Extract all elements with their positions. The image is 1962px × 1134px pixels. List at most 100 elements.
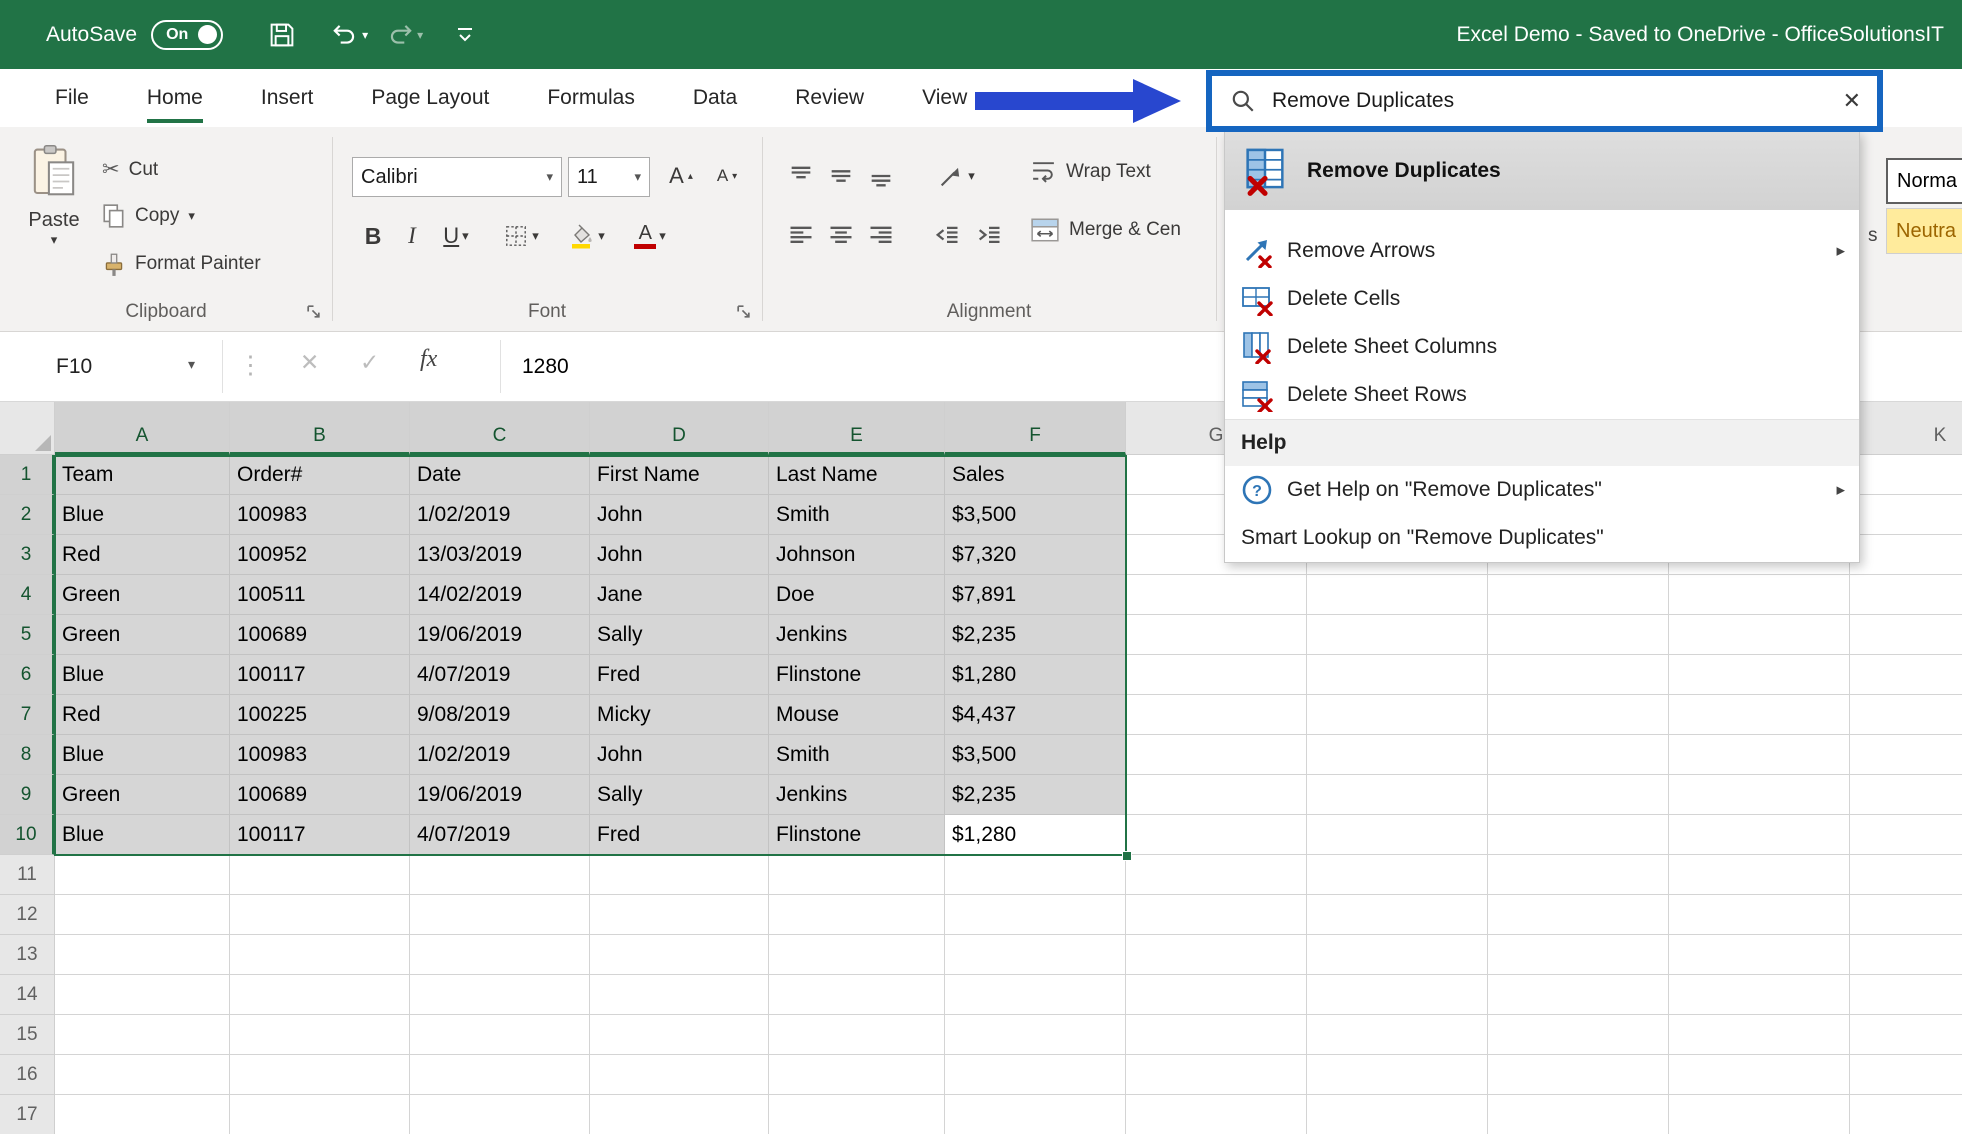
fill-handle[interactable] <box>1122 851 1132 861</box>
row-header-5[interactable]: 5 <box>0 615 55 655</box>
cell-G16[interactable] <box>1126 1055 1307 1095</box>
cell-I15[interactable] <box>1488 1015 1669 1055</box>
cell-A10[interactable]: Blue <box>55 815 230 855</box>
cell-K14[interactable] <box>1850 975 1962 1015</box>
cell-E16[interactable] <box>769 1055 945 1095</box>
cell-C11[interactable] <box>410 855 590 895</box>
cell-D11[interactable] <box>590 855 769 895</box>
cell-J14[interactable] <box>1669 975 1850 1015</box>
cell-H11[interactable] <box>1307 855 1488 895</box>
row-header-6[interactable]: 6 <box>0 655 55 695</box>
cell-K10[interactable] <box>1850 815 1962 855</box>
cell-E17[interactable] <box>769 1095 945 1134</box>
cell-I6[interactable] <box>1488 655 1669 695</box>
cell-E13[interactable] <box>769 935 945 975</box>
tab-review[interactable]: Review <box>766 69 893 127</box>
column-header-B[interactable]: B <box>230 402 410 455</box>
cell-K3[interactable] <box>1850 535 1962 575</box>
cell-D6[interactable]: Fred <box>590 655 769 695</box>
cell-D12[interactable] <box>590 895 769 935</box>
cell-I12[interactable] <box>1488 895 1669 935</box>
increase-font-size-button[interactable]: A ▴ <box>660 155 702 197</box>
cell-J13[interactable] <box>1669 935 1850 975</box>
cell-A16[interactable] <box>55 1055 230 1095</box>
italic-button[interactable]: I <box>394 215 430 257</box>
cell-E5[interactable]: Jenkins <box>769 615 945 655</box>
cell-C6[interactable]: 4/07/2019 <box>410 655 590 695</box>
cell-D7[interactable]: Micky <box>590 695 769 735</box>
row-header-10[interactable]: 10 <box>0 815 55 855</box>
cell-B6[interactable]: 100117 <box>230 655 410 695</box>
cell-A2[interactable]: Blue <box>55 495 230 535</box>
cell-J15[interactable] <box>1669 1015 1850 1055</box>
cell-B3[interactable]: 100952 <box>230 535 410 575</box>
cell-C14[interactable] <box>410 975 590 1015</box>
redo-button[interactable]: ▾ <box>382 18 427 52</box>
cell-E3[interactable]: Johnson <box>769 535 945 575</box>
cell-A3[interactable]: Red <box>55 535 230 575</box>
cell-A8[interactable]: Blue <box>55 735 230 775</box>
cell-K9[interactable] <box>1850 775 1962 815</box>
cell-J11[interactable] <box>1669 855 1850 895</box>
cell-H9[interactable] <box>1307 775 1488 815</box>
cell-C15[interactable] <box>410 1015 590 1055</box>
cell-E2[interactable]: Smith <box>769 495 945 535</box>
cell-F10[interactable]: $1,280 <box>945 815 1126 855</box>
cell-I17[interactable] <box>1488 1095 1669 1134</box>
row-header-14[interactable]: 14 <box>0 975 55 1015</box>
cell-J17[interactable] <box>1669 1095 1850 1134</box>
cell-G9[interactable] <box>1126 775 1307 815</box>
row-header-8[interactable]: 8 <box>0 735 55 775</box>
cell-I11[interactable] <box>1488 855 1669 895</box>
cell-K16[interactable] <box>1850 1055 1962 1095</box>
cell-F5[interactable]: $2,235 <box>945 615 1126 655</box>
cell-B1[interactable]: Order# <box>230 455 410 495</box>
font-color-button[interactable]: A ▾ <box>622 215 678 257</box>
cell-J12[interactable] <box>1669 895 1850 935</box>
cell-E4[interactable]: Doe <box>769 575 945 615</box>
cell-K13[interactable] <box>1850 935 1962 975</box>
cell-style-normal-chip[interactable]: Norma <box>1886 158 1962 204</box>
cell-D5[interactable]: Sally <box>590 615 769 655</box>
cell-J6[interactable] <box>1669 655 1850 695</box>
cell-F2[interactable]: $3,500 <box>945 495 1126 535</box>
increase-indent-button[interactable] <box>970 215 1008 257</box>
row-header-7[interactable]: 7 <box>0 695 55 735</box>
cell-I5[interactable] <box>1488 615 1669 655</box>
tab-page-layout[interactable]: Page Layout <box>342 69 518 127</box>
name-box[interactable]: F10 <box>28 344 208 390</box>
cell-F16[interactable] <box>945 1055 1126 1095</box>
cell-C7[interactable]: 9/08/2019 <box>410 695 590 735</box>
cell-J8[interactable] <box>1669 735 1850 775</box>
font-name-combobox[interactable]: Calibri ▾ <box>352 157 562 197</box>
cell-B13[interactable] <box>230 935 410 975</box>
chevron-down-icon[interactable]: ▾ <box>188 356 195 373</box>
cell-B5[interactable]: 100689 <box>230 615 410 655</box>
cell-C12[interactable] <box>410 895 590 935</box>
cell-B4[interactable]: 100511 <box>230 575 410 615</box>
cell-K2[interactable] <box>1850 495 1962 535</box>
cell-C1[interactable]: Date <box>410 455 590 495</box>
tell-me-search-box[interactable]: ✕ <box>1206 70 1883 132</box>
cell-F12[interactable] <box>945 895 1126 935</box>
cell-C5[interactable]: 19/06/2019 <box>410 615 590 655</box>
quick-access-toolbar-button[interactable] <box>449 20 481 50</box>
cell-G13[interactable] <box>1126 935 1307 975</box>
cell-F13[interactable] <box>945 935 1126 975</box>
search-input[interactable] <box>1272 89 1843 113</box>
menu-item-get-help-on-remove-duplicates[interactable]: ? Get Help on "Remove Duplicates"▸ <box>1225 466 1859 514</box>
tab-home[interactable]: Home <box>118 69 232 127</box>
align-center-button[interactable] <box>822 215 860 257</box>
tab-data[interactable]: Data <box>664 69 766 127</box>
cell-C8[interactable]: 1/02/2019 <box>410 735 590 775</box>
cell-I13[interactable] <box>1488 935 1669 975</box>
select-all-corner[interactable] <box>0 402 55 455</box>
cell-J10[interactable] <box>1669 815 1850 855</box>
row-header-12[interactable]: 12 <box>0 895 55 935</box>
cell-C17[interactable] <box>410 1095 590 1134</box>
cell-B10[interactable]: 100117 <box>230 815 410 855</box>
tab-file[interactable]: File <box>26 69 118 127</box>
cell-I4[interactable] <box>1488 575 1669 615</box>
cell-G5[interactable] <box>1126 615 1307 655</box>
cell-K15[interactable] <box>1850 1015 1962 1055</box>
